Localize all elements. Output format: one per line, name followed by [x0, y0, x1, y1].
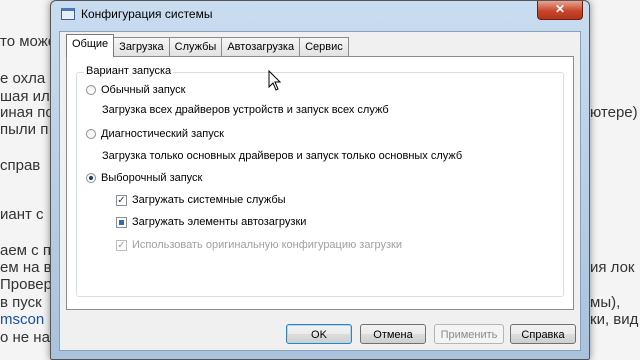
load-startup-items-label: Загружать элементы автозагрузки — [132, 216, 307, 228]
ok-button[interactable]: OK — [286, 324, 352, 344]
close-icon: ✕ — [554, 2, 566, 16]
selective-startup-label: Выборочный запуск — [101, 172, 203, 184]
bg-line: мы), — [590, 294, 621, 311]
diagnostic-startup-label: Диагностический запуск — [101, 128, 224, 140]
tab-general[interactable]: Общие — [66, 34, 115, 57]
dialog-client: Общие Загрузка Службы Автозагрузка Серви… — [59, 31, 581, 351]
mouse-pointer-icon — [268, 70, 282, 91]
bg-line: аем с п — [0, 242, 51, 259]
normal-startup-desc: Загрузка всех драйверов устройств и запу… — [102, 104, 389, 116]
close-button[interactable]: ✕ — [537, 1, 583, 20]
bg-line: справ — [0, 157, 41, 174]
bg-line: пыли п — [0, 121, 49, 138]
general-panel: Вариант запуска Обычный запуск Загрузка … — [66, 56, 574, 310]
use-original-boot-config-option: ✓ Использовать оригинальную конфигурацию… — [116, 239, 402, 251]
bg-line: ки, вид — [590, 311, 639, 328]
help-button[interactable]: Справка — [510, 324, 576, 344]
load-system-services-label: Загружать системные службы — [132, 194, 286, 206]
diagnostic-startup-option[interactable]: Диагностический запуск — [86, 128, 224, 140]
normal-startup-radio[interactable] — [86, 85, 96, 95]
cancel-button[interactable]: Отмена — [360, 324, 426, 344]
startup-selection-group: Вариант запуска Обычный запуск Загрузка … — [76, 65, 564, 297]
use-original-boot-config-label: Использовать оригинальную конфигурацию з… — [132, 239, 402, 251]
bg-line: иная по — [0, 104, 54, 121]
tab-boot[interactable]: Загрузка — [113, 37, 170, 57]
bg-line: о не на — [0, 329, 50, 346]
bg-line: ютере) — [590, 104, 638, 121]
bg-line: иант с — [0, 206, 44, 223]
window-icon — [61, 8, 75, 20]
normal-startup-option[interactable]: Обычный запуск — [86, 84, 185, 96]
load-startup-items-option[interactable]: Загружать элементы автозагрузки — [116, 216, 306, 228]
diagnostic-startup-desc: Загрузка только основных драйверов и зап… — [102, 150, 463, 162]
selective-startup-option[interactable]: Выборочный запуск — [86, 172, 202, 184]
system-config-window: Конфигурация системы ✕ Общие Загрузка Сл… — [50, 0, 590, 360]
title-bar[interactable]: Конфигурация системы ✕ — [51, 1, 589, 29]
apply-button: Применить — [434, 324, 504, 344]
checkmark-icon: ✓ — [117, 239, 126, 251]
diagnostic-startup-radio[interactable] — [86, 129, 96, 139]
bg-line: Провер — [0, 276, 52, 293]
bg-line: ем на в — [0, 259, 52, 276]
tab-startup[interactable]: Автозагрузка — [221, 37, 301, 57]
load-system-services-option[interactable]: ✓ Загружать системные службы — [116, 194, 286, 206]
load-startup-items-checkbox[interactable] — [116, 216, 127, 228]
tab-strip: Общие Загрузка Службы Автозагрузка Серви… — [66, 34, 349, 57]
selective-startup-radio[interactable] — [86, 173, 96, 183]
bg-line: е охла — [0, 70, 46, 87]
window-title: Конфигурация системы — [81, 7, 213, 21]
use-original-boot-config-checkbox: ✓ — [116, 239, 127, 251]
bg-line: то може — [0, 33, 57, 50]
group-legend: Вариант запуска — [84, 65, 174, 77]
tab-tools[interactable]: Сервис — [299, 37, 349, 57]
normal-startup-label: Обычный запуск — [101, 84, 186, 96]
bg-line: ия лок — [590, 259, 635, 276]
checkmark-icon: ✓ — [117, 194, 126, 206]
bg-line: в пуск — [0, 294, 42, 311]
bg-line: mscon — [0, 311, 45, 328]
load-system-services-checkbox[interactable]: ✓ — [116, 194, 127, 206]
bg-line: шая ил — [0, 88, 50, 105]
tab-services[interactable]: Службы — [168, 37, 223, 57]
